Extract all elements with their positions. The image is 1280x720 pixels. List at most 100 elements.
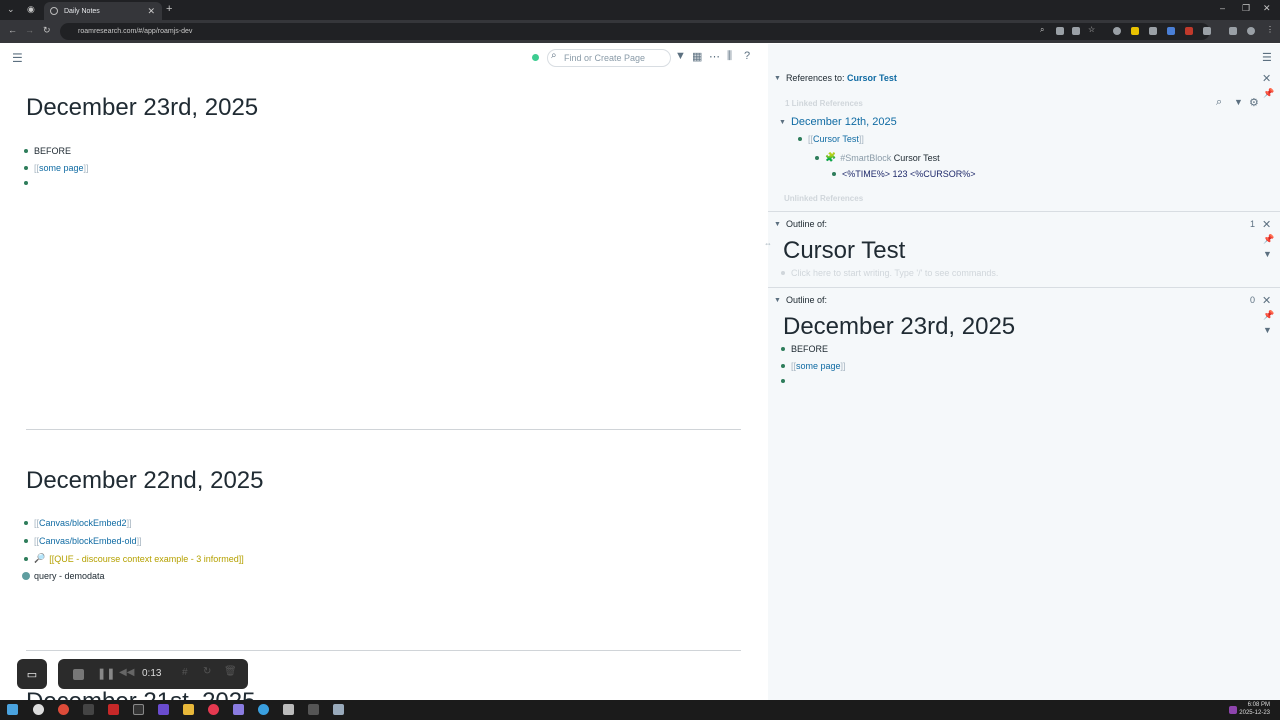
block[interactable]	[781, 379, 791, 383]
smartblock-block[interactable]: 🧩 #SmartBlock Cursor Test	[815, 152, 940, 163]
restart-icon[interactable]: ↻	[203, 666, 211, 677]
extensions-puzzle-icon[interactable]	[1203, 27, 1211, 35]
pin-icon[interactable]: 📌	[1263, 310, 1274, 321]
unlinked-references-label[interactable]: Unlinked References	[784, 194, 863, 203]
page-link[interactable]: some page	[39, 163, 84, 173]
filter-icon[interactable]: ▼	[675, 50, 686, 62]
references-header[interactable]: ▼ References to: Cursor Test	[774, 73, 897, 83]
resize-handle-icon[interactable]: ⇔	[764, 239, 772, 248]
search-icon[interactable]: ⌕	[1216, 96, 1222, 109]
filter-icon[interactable]: ▼	[1263, 325, 1272, 335]
tag-link[interactable]: #SmartBlock	[840, 153, 891, 163]
block[interactable]	[24, 181, 34, 185]
minimize-icon[interactable]: –	[1220, 3, 1225, 13]
stop-icon[interactable]	[73, 669, 84, 680]
bullet-icon[interactable]	[781, 364, 785, 368]
bullet-icon[interactable]	[24, 166, 28, 170]
extension-yellow-icon[interactable]	[1131, 27, 1139, 35]
bullet-icon[interactable]	[798, 137, 802, 141]
grid-icon[interactable]: #	[182, 667, 188, 678]
app-icon[interactable]	[208, 704, 219, 715]
bullet-icon[interactable]	[24, 556, 28, 561]
app-icon[interactable]	[83, 704, 94, 715]
collapse-caret-icon[interactable]: ▼	[774, 221, 781, 228]
new-tab-icon[interactable]: +	[166, 3, 172, 15]
profile-icon[interactable]	[1247, 27, 1255, 35]
sidebar-toggle-icon[interactable]: ⫼	[727, 50, 732, 63]
bullet-icon[interactable]	[815, 155, 819, 160]
obsidian-icon[interactable]	[158, 704, 169, 715]
tab-search-icon[interactable]: ⌄	[7, 4, 15, 15]
menu-kebab-icon[interactable]: ⋮	[1266, 25, 1274, 34]
child-block[interactable]: <%TIME%> 123 <%CURSOR%>	[832, 169, 976, 179]
close-icon[interactable]: ✕	[1262, 72, 1271, 85]
block[interactable]: [[some page]]	[781, 361, 846, 371]
outline-title[interactable]: December 23rd, 2025	[783, 313, 1015, 341]
bullet-icon[interactable]	[24, 181, 28, 185]
page-title[interactable]: December 23rd, 2025	[26, 94, 258, 122]
restore-icon[interactable]: ❐	[1242, 3, 1250, 14]
filter-icon[interactable]: ▼	[1234, 97, 1243, 107]
block[interactable]: query - demodata	[22, 571, 105, 581]
folder-icon[interactable]	[183, 704, 194, 715]
terminal-icon[interactable]	[133, 704, 144, 715]
bullet-icon[interactable]	[24, 521, 28, 525]
hamburger-menu-icon[interactable]: ☰	[12, 51, 23, 65]
close-window-icon[interactable]: ✕	[1263, 3, 1271, 14]
bullet-icon[interactable]	[832, 172, 836, 176]
collapse-caret-icon[interactable]: ▼	[774, 297, 781, 304]
block[interactable]: 🔎 [[QUE - discourse context example - 3 i…	[24, 553, 244, 564]
pin-icon[interactable]: 📌	[1263, 234, 1274, 245]
extension-circle-icon[interactable]	[1113, 27, 1121, 35]
block[interactable]: BEFORE	[781, 344, 828, 354]
start-icon[interactable]	[7, 704, 18, 715]
app-icon[interactable]	[333, 704, 344, 715]
url-field[interactable]: roamresearch.com/#/app/roamjs-dev	[60, 23, 1210, 40]
help-icon[interactable]: ?	[744, 50, 750, 62]
references-target-link[interactable]: Cursor Test	[847, 73, 897, 83]
collapse-caret-icon[interactable]: ▼	[774, 75, 781, 82]
extension-icon[interactable]: ◉	[27, 4, 35, 15]
back-icon[interactable]: ←	[8, 25, 17, 35]
collapsed-bullet-icon[interactable]	[22, 572, 30, 580]
extension-doc-icon[interactable]	[1149, 27, 1157, 35]
system-clock[interactable]: 6:08 PM 2025-12-23	[1239, 701, 1270, 717]
sidebar-menu-icon[interactable]: ☰	[1262, 51, 1272, 64]
zoom-icon[interactable]: ⌕	[1040, 25, 1048, 34]
forward-icon[interactable]: →	[25, 25, 34, 35]
bullet-icon[interactable]	[24, 149, 28, 153]
outline-header[interactable]: ▼ Outline of:	[774, 295, 827, 305]
filter-icon[interactable]: ▼	[1263, 249, 1272, 259]
reload-icon[interactable]: ↻	[43, 25, 51, 36]
pin-icon[interactable]: 📌	[1263, 88, 1274, 99]
collapse-caret-icon[interactable]: ▼	[779, 119, 786, 126]
extension-red-icon[interactable]	[1185, 27, 1193, 35]
sidepanel-icon[interactable]	[1229, 27, 1237, 35]
rewind-icon[interactable]: ◀◀	[119, 667, 134, 678]
page-link[interactable]: Canvas/blockEmbed2	[39, 518, 127, 528]
app-icon[interactable]	[233, 704, 244, 715]
block[interactable]: [[Canvas/blockEmbed-old]]	[24, 536, 142, 546]
close-icon[interactable]: ✕	[1262, 294, 1271, 307]
block[interactable]: BEFORE	[24, 146, 71, 156]
more-icon[interactable]: ⋯	[709, 50, 720, 63]
app-icon[interactable]	[108, 704, 119, 715]
app-icon[interactable]	[308, 704, 319, 715]
close-icon[interactable]: ✕	[1262, 218, 1271, 231]
page-title[interactable]: December 22nd, 2025	[26, 467, 264, 495]
trash-icon[interactable]: 🗑	[224, 666, 237, 677]
bullet-icon[interactable]	[781, 379, 785, 383]
close-tab-icon[interactable]: ✕	[147, 6, 155, 17]
outline-title[interactable]: Cursor Test	[783, 237, 905, 265]
page-link[interactable]: Canvas/blockEmbed-old	[39, 536, 137, 546]
app-icon[interactable]	[283, 704, 294, 715]
bookmark-star-icon[interactable]: ☆	[1088, 25, 1096, 34]
bullet-icon[interactable]	[781, 271, 785, 275]
search-input[interactable]: Find or Create Page	[547, 49, 671, 67]
cast-icon[interactable]	[1072, 27, 1080, 35]
page-link[interactable]: Cursor Test	[813, 134, 859, 144]
reference-block[interactable]: [[Cursor Test]]	[798, 134, 864, 144]
camera-button[interactable]: ▭	[17, 659, 47, 689]
reference-page-link[interactable]: December 12th, 2025	[791, 116, 897, 128]
extension-blue-icon[interactable]	[1167, 27, 1175, 35]
